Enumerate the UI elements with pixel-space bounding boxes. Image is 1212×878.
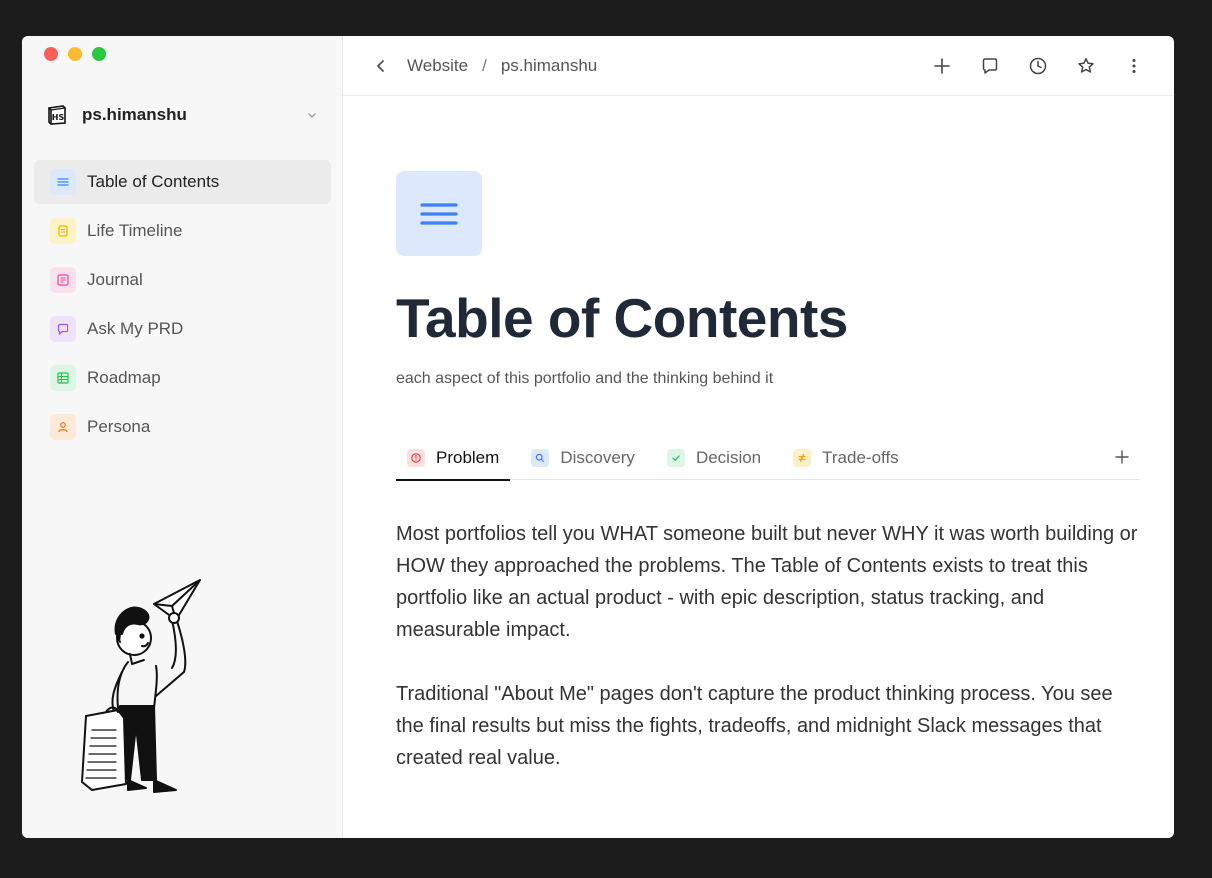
svg-text:HS: HS bbox=[52, 113, 65, 122]
top-bar: Website / ps.himanshu bbox=[343, 36, 1174, 96]
user-icon bbox=[50, 414, 76, 440]
sidebar-item-ask-my-prd[interactable]: Ask My PRD bbox=[34, 307, 331, 351]
tab-trade-offs[interactable]: Trade-offs bbox=[782, 436, 910, 480]
list-icon bbox=[50, 169, 76, 195]
sidebar-item-roadmap[interactable]: Roadmap bbox=[34, 356, 331, 400]
page-body: Most portfolios tell you WHAT someone bu… bbox=[396, 518, 1140, 774]
sidebar: HS ps.himanshu Table of Contents Life Ti… bbox=[22, 36, 343, 838]
grid-icon bbox=[50, 365, 76, 391]
comment-icon[interactable] bbox=[980, 56, 1000, 76]
sidebar-nav: Table of Contents Life Timeline Journal … bbox=[34, 160, 331, 454]
tab-problem[interactable]: Problem bbox=[396, 436, 511, 481]
tab-label: Discovery bbox=[560, 447, 635, 467]
sidebar-item-label: Persona bbox=[87, 417, 151, 436]
page-subtitle[interactable]: each aspect of this portfolio and the th… bbox=[396, 370, 1140, 388]
list-icon bbox=[420, 202, 458, 225]
workspace-logo-icon: HS bbox=[48, 105, 66, 125]
check-icon bbox=[666, 448, 685, 467]
sidebar-item-label: Table of Contents bbox=[87, 172, 220, 191]
tab-bar: Problem Discovery Decision Trade-offs bbox=[396, 436, 1140, 481]
page-icon[interactable] bbox=[396, 171, 482, 256]
tab-discovery[interactable]: Discovery bbox=[520, 436, 646, 480]
more-vertical-icon[interactable] bbox=[1124, 56, 1144, 76]
page-content: Table of Contents each aspect of this po… bbox=[396, 171, 1140, 806]
star-icon[interactable] bbox=[1076, 56, 1096, 76]
back-chevron-icon[interactable] bbox=[373, 58, 389, 74]
not-equal-icon bbox=[793, 448, 812, 467]
sidebar-item-life-timeline[interactable]: Life Timeline bbox=[34, 209, 331, 253]
body-paragraph[interactable]: Traditional "About Me" pages don't captu… bbox=[396, 678, 1140, 774]
sidebar-item-persona[interactable]: Persona bbox=[34, 405, 331, 449]
window-controls bbox=[44, 47, 106, 61]
workspace-name: ps.himanshu bbox=[82, 105, 187, 124]
paper-plane-person-illustration bbox=[81, 579, 201, 793]
document-icon bbox=[50, 218, 76, 244]
breadcrumb-separator: / bbox=[482, 55, 487, 75]
close-window-button[interactable] bbox=[44, 47, 58, 61]
add-tab-plus-icon[interactable] bbox=[1114, 449, 1130, 465]
search-icon bbox=[531, 448, 550, 467]
main-panel: Website / ps.himanshu Table of Contents … bbox=[343, 36, 1174, 838]
breadcrumb-current[interactable]: ps.himanshu bbox=[501, 56, 597, 76]
alert-icon bbox=[407, 448, 425, 467]
top-actions bbox=[932, 56, 1144, 76]
plus-icon[interactable] bbox=[932, 56, 952, 76]
workspace-switcher[interactable]: HS ps.himanshu bbox=[46, 102, 318, 128]
tab-label: Decision bbox=[695, 447, 762, 467]
zoom-window-button[interactable] bbox=[92, 47, 106, 61]
breadcrumb-parent[interactable]: Website bbox=[407, 56, 468, 76]
sidebar-item-label: Ask My PRD bbox=[87, 319, 184, 338]
tab-label: Trade-offs bbox=[822, 447, 899, 467]
sidebar-item-label: Roadmap bbox=[87, 368, 161, 387]
chat-icon bbox=[50, 316, 76, 342]
sidebar-item-table-of-contents[interactable]: Table of Contents bbox=[34, 160, 331, 204]
sidebar-item-label: Life Timeline bbox=[87, 221, 183, 240]
app-window: HS ps.himanshu Table of Contents Life Ti… bbox=[22, 36, 1174, 838]
body-paragraph[interactable]: Most portfolios tell you WHAT someone bu… bbox=[396, 518, 1140, 646]
sidebar-item-journal[interactable]: Journal bbox=[34, 258, 331, 302]
sidebar-item-label: Journal bbox=[87, 270, 143, 289]
history-clock-icon[interactable] bbox=[1028, 56, 1048, 76]
minimize-window-button[interactable] bbox=[68, 47, 82, 61]
tab-label: Problem bbox=[436, 447, 500, 467]
chevron-down-icon bbox=[308, 113, 316, 118]
page-title[interactable]: Table of Contents bbox=[396, 286, 1140, 350]
tab-decision[interactable]: Decision bbox=[656, 436, 772, 480]
note-icon bbox=[50, 267, 76, 293]
